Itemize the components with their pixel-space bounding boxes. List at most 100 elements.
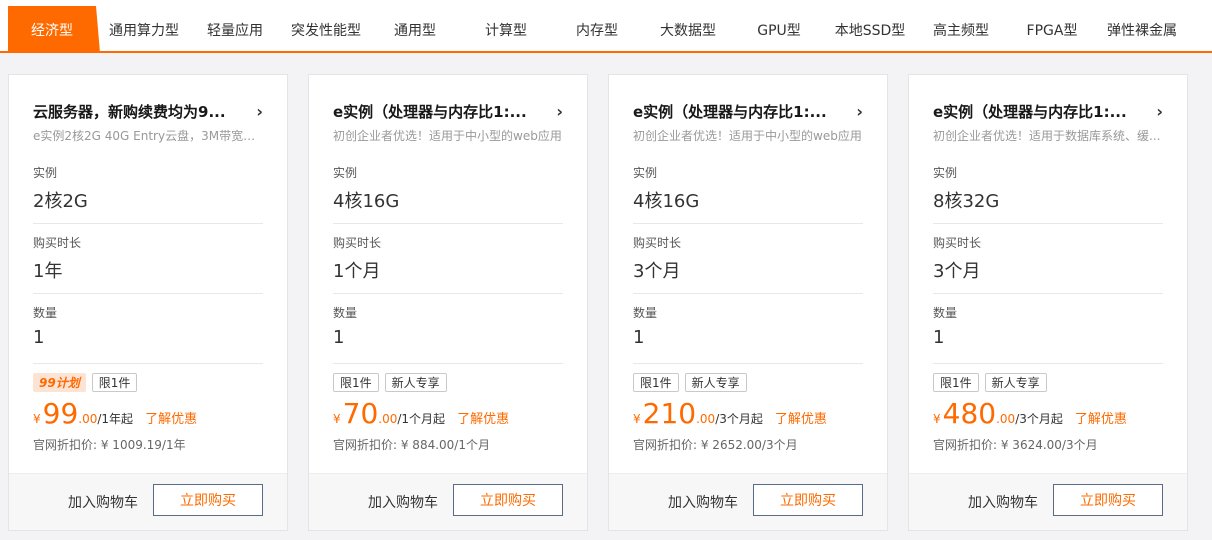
- tag-list: 限1件 新人专享: [933, 373, 1047, 392]
- original-price: 官网折扣价: ¥ 884.00/1个月: [333, 438, 490, 452]
- tab-general[interactable]: 通用型: [385, 6, 445, 53]
- divider: [633, 293, 863, 294]
- price-decimal: .00: [996, 412, 1016, 426]
- card-title: e实例（处理器与内存比1:...: [333, 103, 527, 121]
- chevron-right-icon[interactable]: ›: [856, 103, 863, 120]
- quantity-label: 数量: [333, 306, 358, 320]
- card-title: e实例（处理器与内存比1:...: [633, 103, 827, 121]
- quantity-value: 1: [933, 327, 945, 348]
- currency-symbol: ¥: [333, 412, 341, 426]
- tab-economy[interactable]: 经济型: [8, 6, 96, 53]
- buy-now-button[interactable]: 立即购买: [153, 484, 263, 516]
- card-header[interactable]: 云服务器，新购续费均为9... ›: [33, 101, 263, 122]
- duration-label: 购买时长: [333, 236, 382, 250]
- duration-value: 1年: [33, 261, 63, 282]
- quantity-value: 1: [333, 327, 345, 348]
- tab-burstable[interactable]: 突发性能型: [285, 6, 367, 53]
- add-to-cart-button[interactable]: 加入购物车: [368, 492, 438, 512]
- price: ¥ 99 .00 /1年起 了解优惠: [33, 400, 197, 428]
- quantity-label: 数量: [633, 306, 658, 320]
- duration-value: 1个月: [333, 261, 381, 282]
- limit-tag: 限1件: [933, 373, 979, 392]
- original-price: 官网折扣价: ¥ 3624.00/3个月: [933, 438, 1098, 452]
- promo-tag: 99计划: [33, 373, 86, 392]
- limit-tag: 限1件: [633, 373, 679, 392]
- tab-gpu[interactable]: GPU型: [748, 6, 810, 53]
- quantity-label: 数量: [33, 306, 58, 320]
- divider: [333, 293, 563, 294]
- instance-label: 实例: [333, 166, 358, 180]
- add-to-cart-button[interactable]: 加入购物车: [968, 492, 1038, 512]
- buy-now-button[interactable]: 立即购买: [1053, 484, 1163, 516]
- card-footer: 加入购物车 立即购买: [609, 473, 887, 530]
- new-user-tag: 新人专享: [384, 373, 447, 392]
- price-unit: /1年起: [97, 412, 134, 426]
- new-user-tag: 新人专享: [984, 373, 1047, 392]
- price-unit: /3个月起: [1015, 412, 1063, 426]
- divider: [633, 223, 863, 224]
- tab-high-frequency[interactable]: 高主频型: [926, 6, 996, 53]
- learn-more-link[interactable]: 了解优惠: [775, 408, 827, 427]
- instance-label: 实例: [33, 166, 58, 180]
- tab-local-ssd[interactable]: 本地SSD型: [830, 6, 910, 53]
- add-to-cart-button[interactable]: 加入购物车: [68, 492, 138, 512]
- card-footer: 加入购物车 立即购买: [9, 473, 287, 530]
- card-description: 初创企业者优选！适用于中小型的web应用: [333, 129, 562, 143]
- card-header[interactable]: e实例（处理器与内存比1:... ›: [333, 101, 563, 122]
- tag-list: 限1件 新人专享: [633, 373, 747, 392]
- tab-memory[interactable]: 内存型: [566, 6, 628, 53]
- product-category-tabs: 经济型 通用算力型 轻量应用 突发性能型 通用型 计算型 内存型 大数据型 GP…: [0, 0, 1212, 53]
- tab-fpga[interactable]: FPGA型: [1018, 6, 1086, 53]
- buy-now-button[interactable]: 立即购买: [753, 484, 863, 516]
- divider: [33, 363, 263, 364]
- divider: [333, 363, 563, 364]
- instance-label: 实例: [633, 166, 658, 180]
- learn-more-link[interactable]: 了解优惠: [457, 408, 509, 427]
- duration-label: 购买时长: [33, 236, 82, 250]
- card-description: 初创企业者优选！适用于中小型的web应用: [633, 129, 862, 143]
- instance-value: 8核32G: [933, 191, 1000, 212]
- duration-value: 3个月: [933, 261, 981, 282]
- tag-list: 限1件 新人专享: [333, 373, 447, 392]
- learn-more-link[interactable]: 了解优惠: [1075, 408, 1127, 427]
- price-integer: 480: [942, 397, 997, 430]
- divider: [333, 223, 563, 224]
- quantity-label: 数量: [933, 306, 958, 320]
- add-to-cart-button[interactable]: 加入购物车: [668, 492, 738, 512]
- currency-symbol: ¥: [933, 412, 941, 426]
- original-price: 官网折扣价: ¥ 1009.19/1年: [33, 438, 186, 452]
- divider: [33, 293, 263, 294]
- divider: [33, 223, 263, 224]
- tab-compute[interactable]: 计算型: [475, 6, 537, 53]
- price-decimal: .00: [378, 412, 398, 426]
- card-footer: 加入购物车 立即购买: [909, 473, 1187, 530]
- tab-general-compute[interactable]: 通用算力型: [104, 6, 184, 53]
- card-header[interactable]: e实例（处理器与内存比1:... ›: [633, 101, 863, 122]
- card-description: 初创企业者优选！适用于数据库系统、缓...: [933, 129, 1161, 143]
- card-footer: 加入购物车 立即购买: [309, 473, 587, 530]
- tab-bigdata[interactable]: 大数据型: [652, 6, 724, 53]
- card-description: e实例2核2G 40G Entry云盘，3M带宽，...: [33, 129, 263, 143]
- learn-more-link[interactable]: 了解优惠: [145, 408, 197, 427]
- duration-label: 购买时长: [633, 236, 682, 250]
- price-integer: 210: [642, 397, 697, 430]
- price-integer: 99: [42, 397, 79, 430]
- currency-symbol: ¥: [633, 412, 641, 426]
- instance-label: 实例: [933, 166, 958, 180]
- original-price: 官网折扣价: ¥ 2652.00/3个月: [633, 438, 798, 452]
- chevron-right-icon[interactable]: ›: [556, 103, 563, 120]
- instance-value: 4核16G: [633, 191, 700, 212]
- price-unit: /3个月起: [715, 412, 763, 426]
- tab-lightweight[interactable]: 轻量应用: [200, 6, 270, 53]
- chevron-right-icon[interactable]: ›: [1156, 103, 1163, 120]
- chevron-right-icon[interactable]: ›: [256, 103, 263, 120]
- card-header[interactable]: e实例（处理器与内存比1:... ›: [933, 101, 1163, 122]
- card-title: 云服务器，新购续费均为9...: [33, 103, 226, 121]
- product-card: e实例（处理器与内存比1:... › 初创企业者优选！适用于中小型的web应用 …: [608, 74, 888, 531]
- tab-bare-metal[interactable]: 弹性裸金属: [1102, 6, 1182, 53]
- tag-list: 99计划 限1件: [33, 373, 138, 392]
- buy-now-button[interactable]: 立即购买: [453, 484, 563, 516]
- duration-label: 购买时长: [933, 236, 982, 250]
- price-integer: 70: [342, 397, 379, 430]
- price: ¥ 210 .00 /3个月起 了解优惠: [633, 400, 827, 428]
